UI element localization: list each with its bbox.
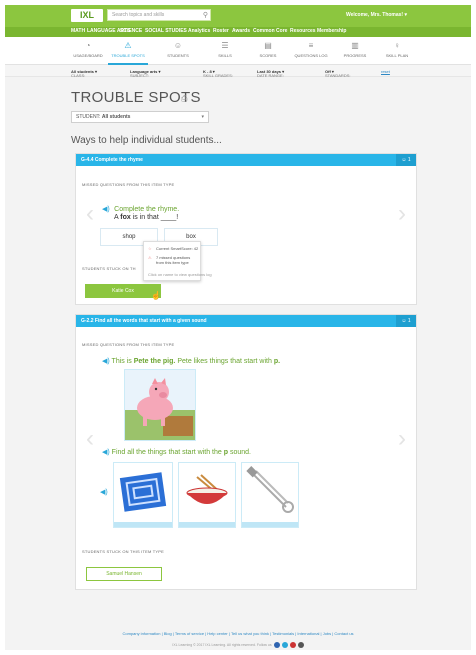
instagram-icon[interactable]	[297, 642, 304, 648]
nav-resources[interactable]: Resources	[290, 28, 316, 34]
card-header[interactable]: G-2.2 Find all the words that start with…	[76, 315, 416, 327]
tool-trouble-spots[interactable]: ⚠ TROUBLE SPOTS	[108, 41, 148, 65]
print-icon[interactable]: ⎙	[181, 94, 187, 104]
tool-progress[interactable]: ▥ PROGRESS	[335, 41, 375, 58]
nav-awards[interactable]: Awards	[232, 28, 250, 34]
nav-membership[interactable]: Membership	[317, 28, 346, 34]
welcome-menu[interactable]: Welcome, Mrs. Thomas! ▾	[346, 12, 407, 18]
choice-bar	[179, 522, 235, 527]
ways-heading: Ways to help individual students...	[71, 135, 222, 146]
nav-social-studies[interactable]: SOCIAL STUDIES	[145, 28, 187, 34]
footer-copyright: IXL Learning © 2017 IXL Learning. All ri…	[5, 642, 471, 648]
speaker-icon[interactable]: ◀)	[100, 488, 108, 496]
trouble-spot-card-sounds: G-2.2 Find all the words that start with…	[75, 314, 417, 590]
filter-class[interactable]: CLASS: All students ▾	[71, 69, 97, 78]
card-title: G-4.4 Complete the rhyme	[81, 157, 143, 163]
pig-image	[124, 369, 196, 441]
missed-questions-label: MISSED QUESTIONS FROM THIS ITEM TYPE	[82, 182, 175, 187]
search-input[interactable]: Search topics and skills ⚲	[107, 9, 211, 21]
speaker-icon[interactable]: ◀)	[102, 206, 110, 213]
bowl-illustration	[186, 474, 228, 504]
filter-standards[interactable]: STANDARDS: Off ▾	[325, 69, 350, 78]
ixl-logo[interactable]: IXL	[71, 9, 103, 22]
chevron-down-icon: ▾	[201, 114, 204, 120]
students-stuck-label: STUDENTS STUCK ON THIS ITEM TYPE	[82, 549, 165, 554]
footer: Company information | Blog | Terms of se…	[5, 631, 471, 648]
filter-skill-grades[interactable]: SKILL GRADES: K - 8 ▾	[203, 69, 233, 78]
tool-dashboard[interactable]: ◔ USAGE/BOARD	[68, 41, 108, 58]
missed-questions-label: MISSED QUESTIONS FROM THIS ITEM TYPE	[82, 342, 175, 347]
trouble-spots-icon: ⚠	[124, 41, 132, 50]
speaker-icon[interactable]: ◀)	[102, 449, 110, 456]
filter-date-range[interactable]: DATE RANGE: Last 30 days ▾	[257, 69, 284, 78]
trouble-spot-card-rhyme: G-4.4 Complete the rhyme ☺ 1 MISSED QUES…	[75, 153, 417, 305]
next-arrow-icon[interactable]: ›	[398, 202, 406, 226]
filter-bar: CLASS: All students ▾ SUBJECT: Language …	[5, 65, 471, 78]
nav-common-core[interactable]: Common Core	[253, 28, 287, 34]
skill-plan-icon: ♀	[394, 41, 400, 50]
nav-analytics[interactable]: Analytics	[188, 28, 210, 34]
maze-illustration	[119, 472, 167, 512]
students-stuck-label: STUDENTS STUCK ON TH	[82, 266, 136, 271]
footer-links[interactable]: Company information | Blog | Terms of se…	[5, 631, 471, 636]
question-line-1: ◀) This is Pete the pig. Pete likes thin…	[102, 358, 281, 365]
rhyme-sentence: A fox is in that ____!	[114, 214, 179, 221]
answer-image-bowl[interactable]	[178, 462, 236, 528]
top-bar: IXL Search topics and skills ⚲ Welcome, …	[5, 5, 471, 27]
twitter-icon[interactable]	[281, 642, 288, 648]
prev-arrow-icon[interactable]: ‹	[86, 427, 94, 451]
pete-the-pig-illustration	[125, 378, 195, 440]
tooltip-hint: Click on name to view questions log	[148, 272, 212, 277]
tool-students[interactable]: ☺ STUDENTS	[158, 41, 198, 58]
safety-pin-illustration	[246, 466, 294, 513]
student-count-badge[interactable]: ☺ 1	[396, 154, 416, 166]
dashboard-icon: ◔	[85, 41, 91, 50]
facebook-icon[interactable]	[273, 642, 280, 648]
student-count-badge[interactable]: ☺ 1	[396, 315, 416, 327]
filter-subject[interactable]: SUBJECT: Language arts ▾	[130, 69, 160, 78]
nav-math[interactable]: MATH	[71, 28, 85, 34]
students-icon: ☺	[173, 41, 183, 50]
questions-log-icon: ≡	[308, 41, 314, 50]
speaker-icon[interactable]: ◀)	[102, 358, 110, 365]
search-placeholder: Search topics and skills	[112, 12, 165, 18]
next-arrow-icon[interactable]: ›	[398, 427, 406, 451]
smartscore-text: Current SmartScore: 42	[156, 246, 199, 251]
smartscore-icon: ☆	[148, 246, 152, 251]
prev-arrow-icon[interactable]: ‹	[86, 202, 94, 226]
missed-count-text-2: from this item type	[156, 260, 189, 265]
tool-skills[interactable]: ☰ SKILLS	[205, 41, 245, 58]
search-icon[interactable]: ⚲	[203, 11, 208, 20]
page: IXL Search topics and skills ⚲ Welcome, …	[5, 5, 471, 650]
progress-icon: ▥	[351, 41, 359, 50]
choice-bar	[114, 522, 172, 527]
answer-image-safety-pin[interactable]	[241, 462, 299, 528]
tool-skill-plan[interactable]: ♀ SKILL PLAN	[377, 41, 417, 58]
reset-link[interactable]: reset	[381, 69, 390, 74]
skills-icon: ☰	[221, 41, 229, 50]
student-button-katie-cox[interactable]: Katie Cox	[85, 284, 161, 298]
pinterest-icon[interactable]	[289, 642, 296, 648]
answer-image-maze[interactable]	[113, 462, 173, 528]
student-tooltip: ☆ Current SmartScore: 42 ⚠ 7 missed ques…	[143, 241, 212, 281]
scores-icon: ▤	[264, 41, 272, 50]
choice-bar	[242, 522, 298, 527]
analytics-toolbar: ◔ USAGE/BOARD ⚠ TROUBLE SPOTS ☺ STUDENTS ☰ S…	[5, 37, 471, 65]
student-select[interactable]: STUDENT: All students ▾	[71, 111, 209, 123]
card-title: G-2.2 Find all the words that start with…	[81, 318, 207, 324]
subject-nav: MATH LANGUAGE ARTS SCIENCE SOCIAL STUDIE…	[5, 27, 471, 37]
nav-science[interactable]: SCIENCE	[120, 28, 142, 34]
card-header[interactable]: G-4.4 Complete the rhyme ☺ 1	[76, 154, 416, 166]
cursor-icon: ☝	[151, 291, 161, 300]
tool-questions-log[interactable]: ≡ QUESTIONS LOG	[291, 41, 331, 58]
tool-scores[interactable]: ▤ SCORES	[248, 41, 288, 58]
nav-roster[interactable]: Roster	[213, 28, 229, 34]
student-button-samuel-hansen[interactable]: Samuel Hansen	[86, 567, 162, 581]
warning-icon: ⚠	[148, 255, 152, 260]
question-line-2: ◀) Find all the things that start with t…	[102, 449, 252, 456]
